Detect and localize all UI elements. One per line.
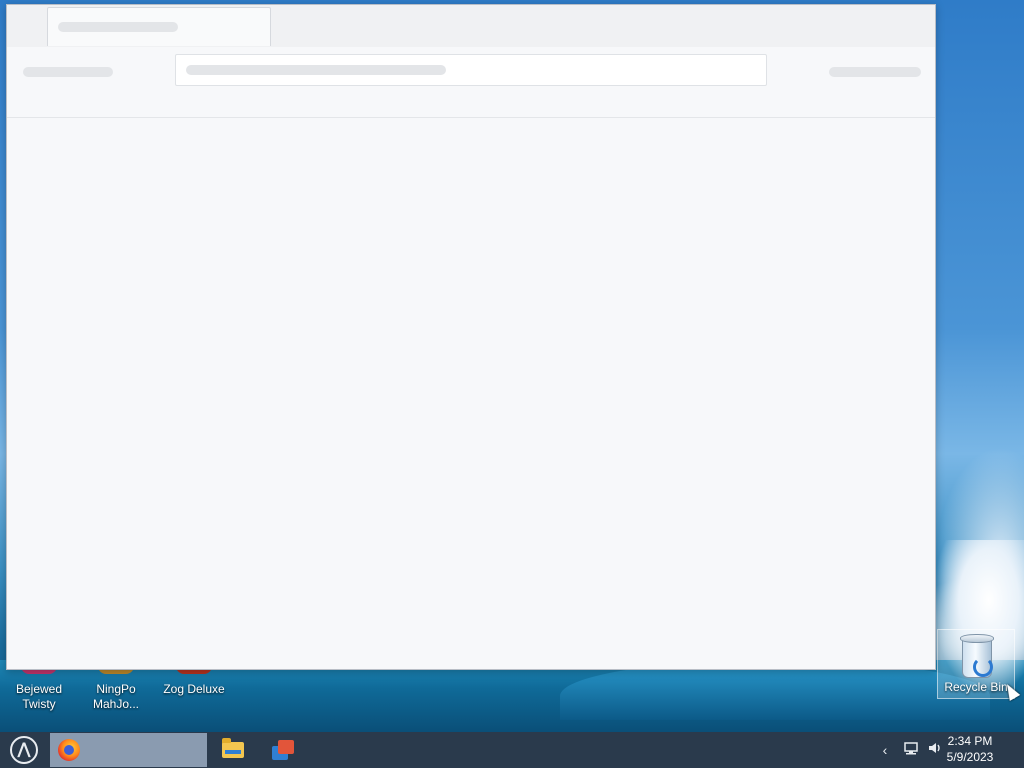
files-icon: [272, 740, 294, 760]
recycle-bin-icon: [959, 634, 994, 678]
desktop-icon-label: NingPo MahJo...: [92, 682, 140, 711]
browser-toolbar: [7, 47, 935, 118]
tab-strip: [7, 5, 935, 47]
desktop-icon-label: Bejewed Twisty: [15, 682, 63, 711]
address-text-placeholder: [186, 65, 446, 75]
clock-time: 2:34 PM: [947, 734, 993, 748]
network-icon[interactable]: [902, 740, 920, 760]
desktop-icon-label: Zog Deluxe: [163, 682, 225, 696]
clock-date: 5/9/2023: [946, 750, 994, 764]
address-bar[interactable]: [175, 54, 767, 86]
start-button[interactable]: ⋀: [8, 735, 40, 765]
taskbar-files-app[interactable]: [268, 733, 298, 767]
tab-title-placeholder: [58, 22, 178, 32]
system-tray: ‹ 2:34 PM 5/9/2023: [864, 732, 1024, 768]
taskbar-firefox[interactable]: [50, 733, 207, 767]
toolbar-actions-placeholder: [829, 67, 921, 77]
folder-icon: [222, 738, 244, 758]
desktop-icon-zog-deluxe[interactable]: Zog Deluxe: [156, 666, 232, 697]
taskbar-file-explorer[interactable]: [218, 733, 248, 767]
tray-overflow-chevron-icon[interactable]: ‹: [876, 740, 894, 760]
start-menu-icon: ⋀: [10, 736, 38, 764]
firefox-icon: [58, 739, 80, 761]
desktop-icon-ningpo-mahjong[interactable]: NingPo MahJo...: [78, 666, 154, 712]
browser-tab[interactable]: [47, 7, 271, 46]
browser-window[interactable]: [6, 4, 936, 670]
nav-buttons-placeholder: [23, 67, 113, 77]
taskbar: ⋀ ‹ 2:34 PM 5/9/2023: [0, 732, 1024, 768]
page-content: [7, 118, 935, 669]
taskbar-clock[interactable]: 2:34 PM 5/9/2023: [940, 733, 1000, 765]
desktop-icon-bejewed-twisty[interactable]: Bejewed Twisty: [1, 666, 77, 712]
